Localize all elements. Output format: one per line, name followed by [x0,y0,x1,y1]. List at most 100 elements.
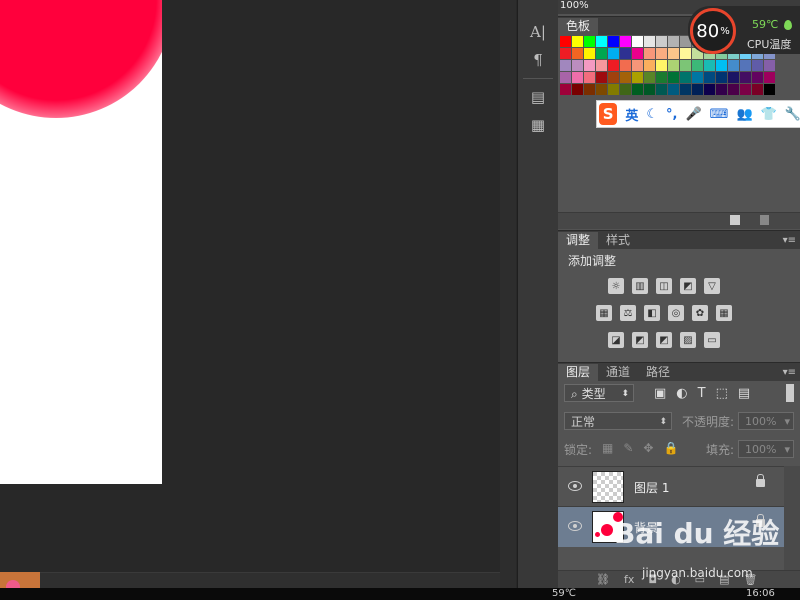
color-swatch[interactable] [752,60,763,71]
visibility-eye-icon[interactable] [568,481,582,491]
sogou-logo-icon[interactable]: S [599,103,618,125]
color-swatch[interactable] [596,36,607,47]
tab-channels[interactable]: 通道 [598,364,638,381]
color-swatch[interactable] [656,60,667,71]
new-swatch-icon[interactable] [730,215,740,225]
color-swatch[interactable] [608,36,619,47]
trash-icon[interactable] [760,215,769,225]
color-swatch[interactable] [692,72,703,83]
adjustment-filter-icon[interactable]: ◐ [676,386,687,401]
color-swatch[interactable] [728,60,739,71]
adjustment-icon-2-5[interactable]: ✿ [692,305,708,321]
layers-scrollbar[interactable] [784,466,800,570]
color-swatch[interactable] [680,60,691,71]
color-swatch[interactable] [764,60,775,71]
color-swatch[interactable] [560,84,571,95]
color-swatch[interactable] [620,72,631,83]
character-styles-icon[interactable]: ▤ [518,83,558,111]
microphone-icon[interactable]: 🎤 [685,107,701,122]
moon-icon[interactable]: ☾ [646,107,658,122]
color-swatch[interactable] [752,72,763,83]
color-swatch[interactable] [572,72,583,83]
color-swatch[interactable] [584,84,595,95]
visibility-eye-icon[interactable] [568,521,582,531]
color-swatch[interactable] [680,84,691,95]
panel-menu-icon[interactable]: ▾≡ [783,232,796,249]
lock-position-icon[interactable]: ✥ [643,441,653,455]
color-swatch[interactable] [728,84,739,95]
opacity-field[interactable]: 100% ▾ [738,412,794,430]
color-swatch[interactable] [608,84,619,95]
tab-adjustments[interactable]: 调整 [558,232,599,249]
adjustment-icon-3-1[interactable]: ◪ [608,332,624,348]
color-swatch[interactable] [692,84,703,95]
lock-paint-icon[interactable]: ✎ [623,441,633,455]
color-swatch[interactable] [632,72,643,83]
color-swatch[interactable] [572,48,583,59]
link-icon[interactable]: ⛓ [596,573,610,586]
color-swatch[interactable] [644,84,655,95]
color-swatch[interactable] [668,72,679,83]
paragraph-styles-icon[interactable]: ▦ [518,111,558,139]
adjustment-icon-1-5[interactable]: ▽ [704,278,720,294]
color-swatch[interactable] [644,36,655,47]
color-swatch[interactable] [704,60,715,71]
color-swatch[interactable] [620,48,631,59]
cpu-temp-widget[interactable]: 80% 59℃ CPU温度 [688,6,800,54]
color-swatch[interactable] [764,72,775,83]
color-swatch[interactable] [632,36,643,47]
smart-object-filter-icon[interactable]: ▤ [738,386,750,401]
paragraph-panel-icon[interactable]: ¶ [518,46,558,74]
color-swatch[interactable] [572,36,583,47]
color-swatch[interactable] [668,36,679,47]
color-swatch[interactable] [620,36,631,47]
adjustment-icon-2-2[interactable]: ⚖ [620,305,636,321]
layer-row-layer1[interactable]: 图层 1 [558,466,784,507]
tab-layers[interactable]: 图层 [558,364,599,381]
color-swatch[interactable] [680,48,691,59]
adjustment-icon-3-2[interactable]: ◩ [632,332,648,348]
adjustment-icon-1-1[interactable]: ☼ [608,278,624,294]
color-swatch[interactable] [728,72,739,83]
color-swatch[interactable] [656,84,667,95]
adjustment-icon-2-3[interactable]: ◧ [644,305,660,321]
color-swatch[interactable] [584,60,595,71]
adjustment-icon-1-2[interactable]: ▥ [632,278,648,294]
color-swatch[interactable] [584,48,595,59]
color-swatch[interactable] [752,84,763,95]
color-swatch[interactable] [632,60,643,71]
color-swatch[interactable] [740,60,751,71]
color-swatch[interactable] [596,48,607,59]
color-swatch[interactable] [668,84,679,95]
tab-styles[interactable]: 样式 [598,232,638,249]
color-swatch[interactable] [680,72,691,83]
lock-transparency-icon[interactable]: ▦ [602,441,613,455]
color-swatch[interactable] [740,72,751,83]
color-swatch[interactable] [560,36,571,47]
color-swatch[interactable] [620,84,631,95]
color-swatch[interactable] [692,60,703,71]
fill-field[interactable]: 100% ▾ [738,440,794,458]
color-swatch[interactable] [716,84,727,95]
color-swatch[interactable] [644,48,655,59]
color-swatch[interactable] [596,72,607,83]
horizontal-scrollbar[interactable] [0,572,500,589]
color-swatch[interactable] [572,60,583,71]
document-canvas-area[interactable] [0,0,500,572]
users-icon[interactable]: 👥 [736,107,752,122]
color-swatch[interactable] [668,60,679,71]
adjustment-icon-2-6[interactable]: ▦ [716,305,732,321]
color-swatch[interactable] [572,84,583,95]
color-swatch[interactable] [596,84,607,95]
color-swatch[interactable] [596,60,607,71]
color-swatch[interactable] [608,72,619,83]
tab-swatches[interactable]: 色板 [558,18,599,35]
keyboard-icon[interactable]: ⌨ [710,107,729,122]
layer-filter-select[interactable]: ⌕ 类型 ⬍ [564,384,634,402]
color-swatch[interactable] [716,72,727,83]
adjustment-icon-2-1[interactable]: ▦ [596,305,612,321]
adjustment-icon-3-5[interactable]: ▭ [704,332,720,348]
color-swatch[interactable] [608,48,619,59]
panel-menu-icon[interactable]: ▾≡ [783,364,796,381]
lock-all-icon[interactable]: 🔒 [663,441,678,455]
